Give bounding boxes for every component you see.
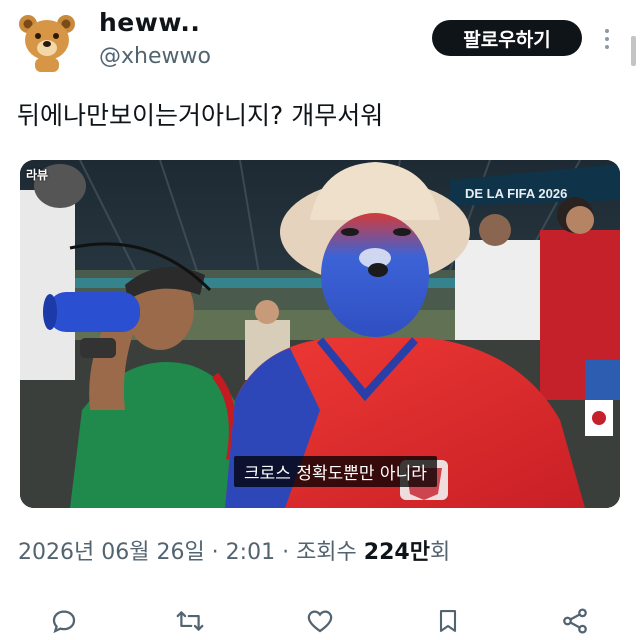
- views-suffix: 회: [429, 540, 451, 565]
- meta-separator: ·: [204, 540, 226, 565]
- avatar[interactable]: [18, 10, 76, 74]
- reply-icon[interactable]: [47, 604, 81, 638]
- display-name[interactable]: heww..: [99, 8, 200, 37]
- bookmark-icon[interactable]: [431, 604, 465, 638]
- retweet-icon[interactable]: [173, 604, 207, 638]
- post-time[interactable]: 2:01: [226, 540, 275, 565]
- user-handle[interactable]: @xhewwo: [99, 44, 211, 69]
- fifa-banner-text: DE LA FIFA 2026: [465, 186, 567, 201]
- post-date[interactable]: 2026년 06월 26일: [18, 540, 205, 565]
- more-options-icon[interactable]: [599, 24, 615, 54]
- tweet-text: 뒤에나만보이는거아니지? 개무서워: [17, 101, 384, 130]
- views-count: 224만: [363, 540, 430, 565]
- channel-logo: 라뷰: [26, 168, 49, 182]
- heart-icon[interactable]: [303, 604, 337, 638]
- bear-avatar-icon: [19, 15, 75, 72]
- follow-button[interactable]: 팔로우하기: [432, 20, 582, 56]
- meta-separator-2: ·: [275, 540, 297, 565]
- video-subtitle: 크로스 정확도뿐만 아니라: [234, 456, 437, 487]
- views-label: 조회수: [296, 540, 364, 565]
- scrollbar-thumb[interactable]: [631, 36, 636, 66]
- share-icon[interactable]: [558, 604, 592, 638]
- tweet-media[interactable]: DE LA FIFA 2026 라뷰 크로스 정확도뿐만 아니라: [20, 160, 620, 508]
- action-bar: [0, 596, 640, 640]
- tweet-meta: 2026년 06월 26일 · 2:01 · 조회수 224만회: [18, 534, 450, 566]
